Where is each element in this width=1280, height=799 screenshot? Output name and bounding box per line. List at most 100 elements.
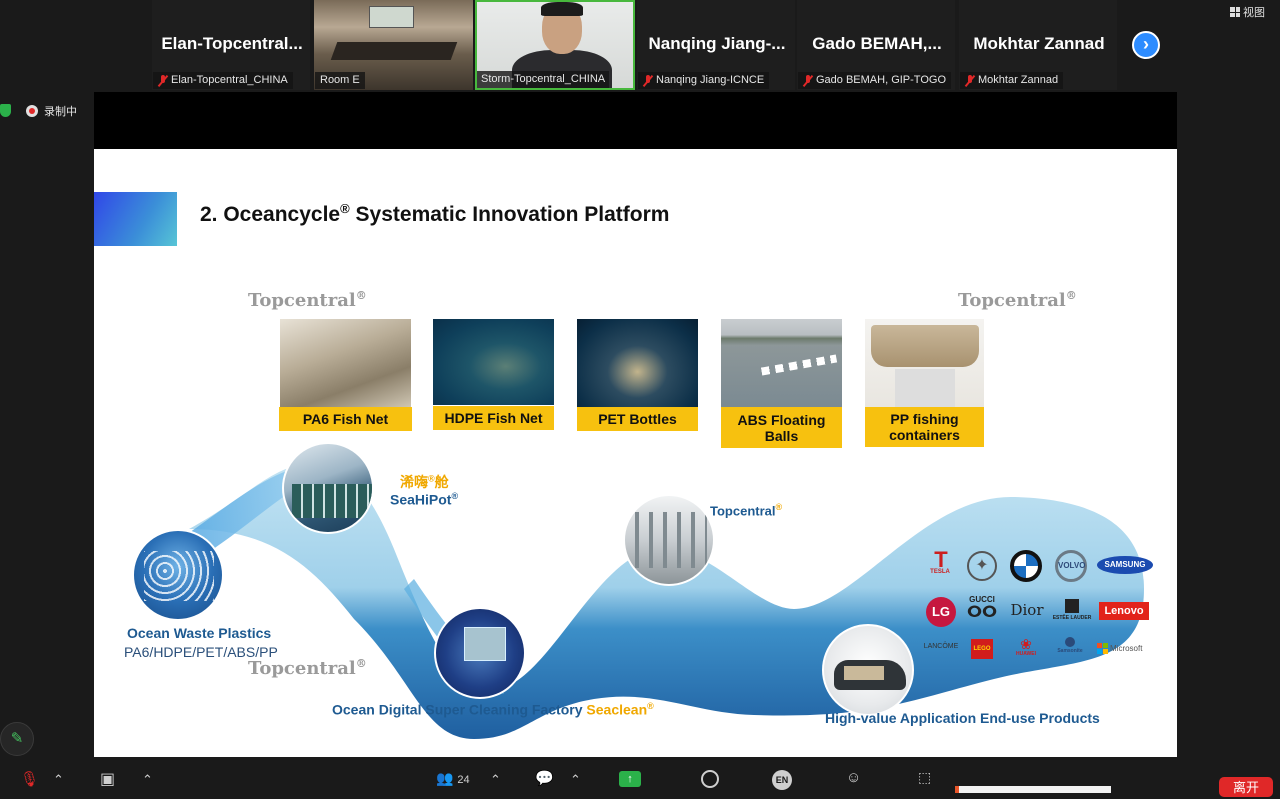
lenovo-logo: Lenovo	[1099, 602, 1149, 620]
mic-muted-icon	[158, 74, 168, 87]
mercedes-logo: ✦	[967, 551, 997, 581]
gucci-logo: GUCCI ⵔⵔ	[966, 595, 998, 621]
tesla-logo: T	[934, 547, 948, 572]
mic-muted-icon	[803, 74, 813, 87]
lego-logo: LEGO	[971, 639, 993, 659]
participant-tag: Nanqing Jiang-ICNCE	[638, 72, 770, 89]
topcentral-factory-image	[623, 494, 715, 586]
station-panels	[292, 484, 372, 518]
audio-options-chevron-icon[interactable]: ⌃	[53, 772, 64, 788]
chat-chevron-icon[interactable]: ⌃	[570, 772, 581, 788]
recording-label: 录制中	[44, 106, 77, 118]
ocean-waste-plastics-image	[132, 529, 224, 621]
participant-name: Mokhtar Zannad	[973, 34, 1105, 53]
reactions-icon[interactable]: ☺	[846, 769, 861, 786]
view-button[interactable]: 视图	[1230, 4, 1265, 20]
participant-tag: Mokhtar Zannad	[960, 72, 1064, 89]
topcentral-mid-label: Topcentral®	[710, 502, 783, 519]
product-label: HDPE Fish Net	[433, 406, 554, 430]
floating-balls-row	[760, 354, 838, 376]
microphone-muted-icon[interactable]: 🎙	[20, 770, 39, 788]
pp-fishing-containers-photo	[865, 319, 984, 407]
participant-name: Gado BEMAH,...	[812, 34, 942, 53]
participant-video-active-speaker[interactable]: Storm-Topcentral_CHINA	[475, 0, 635, 90]
product-label: PA6 Fish Net	[279, 407, 412, 431]
record-icon	[26, 105, 38, 117]
seahipot-station-image	[282, 442, 374, 534]
pen-icon: ✎	[10, 730, 24, 747]
slide-title: 2. Oceancycle® Systematic Innovation Pla…	[200, 201, 670, 226]
grid-view-icon	[1230, 7, 1240, 17]
recording-indicator[interactable]: 录制中	[26, 103, 77, 119]
participant-tag: Room E	[315, 72, 365, 89]
samsonite-logo: Samsonite	[1050, 637, 1090, 654]
seahipot-en-label: SeaHiPot®	[390, 491, 459, 508]
interpretation-button[interactable]: EN	[772, 770, 792, 790]
title-accent-bar	[94, 192, 177, 246]
shared-slide: 2. Oceancycle® Systematic Innovation Pla…	[94, 149, 1177, 757]
huawei-logo: ❀ HUAWEI	[1016, 636, 1036, 657]
participant-tile[interactable]: Elan-Topcentral... Elan-Topcentral_CHINA	[152, 0, 310, 90]
record-button-icon[interactable]	[701, 770, 719, 788]
participant-count: 24	[457, 774, 470, 786]
chat-icon[interactable]: 💬	[535, 769, 554, 787]
lancome-logo: LANCÔME	[923, 643, 959, 650]
tesla-wordmark: TESLA	[930, 569, 950, 575]
dashboard-map	[464, 627, 506, 661]
digital-factory-dashboard-image	[434, 607, 526, 699]
participant-video-room[interactable]: Room E	[314, 0, 473, 90]
dior-logo: Dior	[1010, 601, 1044, 619]
next-page-button[interactable]: ›	[1132, 31, 1160, 59]
hdpe-fish-net-photo	[433, 319, 554, 405]
participant-name: Nanqing Jiang-...	[648, 34, 786, 53]
security-shield-icon	[0, 104, 11, 117]
container-crate	[871, 325, 979, 367]
end-use-label: High-value Application End-use Products	[825, 710, 1100, 726]
ocean-waste-title: Ocean Waste Plastics	[127, 625, 272, 641]
car-interior	[844, 666, 884, 680]
abs-floating-balls-photo	[721, 319, 842, 407]
chevron-right-icon: ›	[1143, 34, 1149, 54]
car-product-image	[822, 624, 914, 716]
topcentral-logo: Topcentral®	[248, 657, 367, 679]
seahipot-cn-label: 浠嗨®舱	[400, 473, 449, 490]
volvo-logo: VOLVO	[1055, 550, 1087, 582]
container-stand	[895, 369, 955, 407]
product-label: PET Bottles	[577, 407, 698, 431]
participant-tag: Elan-Topcentral_CHINA	[153, 72, 293, 89]
participant-tile[interactable]: Mokhtar Zannad Mokhtar Zannad	[959, 0, 1117, 90]
video-off-icon[interactable]: ▣	[100, 769, 115, 789]
pa6-fish-net-photo	[280, 319, 411, 407]
bmw-logo	[1010, 550, 1042, 582]
meeting-toolbar: 🎙 ⌃ ▣ ⌃ 👥 24 ⌃ 💬 ⌃ ↑ EN ☺ ⬚	[0, 766, 1280, 793]
share-screen-icon[interactable]: ↑	[619, 771, 641, 787]
room-table	[330, 42, 458, 60]
annotate-pen-button[interactable]: ✎	[0, 722, 34, 756]
apps-icon[interactable]: ⬚	[918, 769, 931, 786]
samsung-logo: SAMSUNG	[1097, 556, 1153, 574]
mic-muted-icon	[965, 74, 975, 87]
estee-lauder-logo: ESTĒE LAUDER	[1050, 599, 1094, 621]
participant-tile[interactable]: Gado BEMAH,... Gado BEMAH, GIP-TOGO	[797, 0, 955, 90]
plastic-particles	[144, 551, 214, 601]
screen-share-letterbox	[94, 92, 1177, 149]
pet-bottles-photo	[577, 319, 698, 407]
leave-meeting-button[interactable]: 离开	[1219, 777, 1273, 797]
participants-icon: 👥	[436, 770, 454, 786]
video-options-chevron-icon[interactable]: ⌃	[142, 772, 153, 788]
notification-bar[interactable]	[955, 786, 1111, 793]
topcentral-logo: Topcentral®	[248, 289, 367, 311]
participants-chevron-icon[interactable]: ⌃	[490, 772, 501, 788]
room-projector-screen	[369, 6, 414, 28]
lg-logo: LG	[926, 597, 956, 627]
mic-muted-icon	[643, 74, 653, 87]
speaker-hair	[541, 2, 583, 16]
participant-tile[interactable]: Nanqing Jiang-... Nanqing Jiang-ICNCE	[637, 0, 795, 90]
view-label: 视图	[1243, 7, 1265, 19]
factory-machinery	[635, 512, 707, 568]
participant-name: Elan-Topcentral...	[161, 34, 303, 53]
participants-button[interactable]: 👥 24	[436, 770, 470, 787]
topcentral-logo: Topcentral®	[958, 289, 1077, 311]
factory-label: Ocean Digital Super Cleaning Factory Sea…	[332, 701, 654, 718]
participant-tag: Storm-Topcentral_CHINA	[477, 71, 610, 88]
